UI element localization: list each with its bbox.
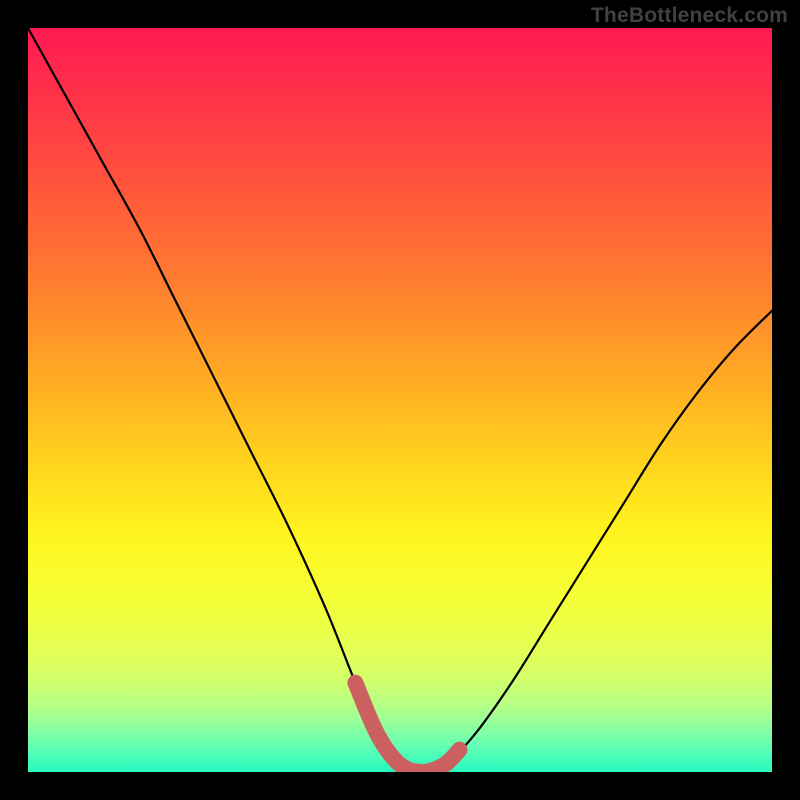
highlight-line [355, 683, 459, 772]
highlight-segment [28, 28, 772, 772]
watermark-text: TheBottleneck.com [591, 4, 788, 28]
chart-frame: TheBottleneck.com [0, 0, 800, 800]
plot-area [28, 28, 772, 772]
